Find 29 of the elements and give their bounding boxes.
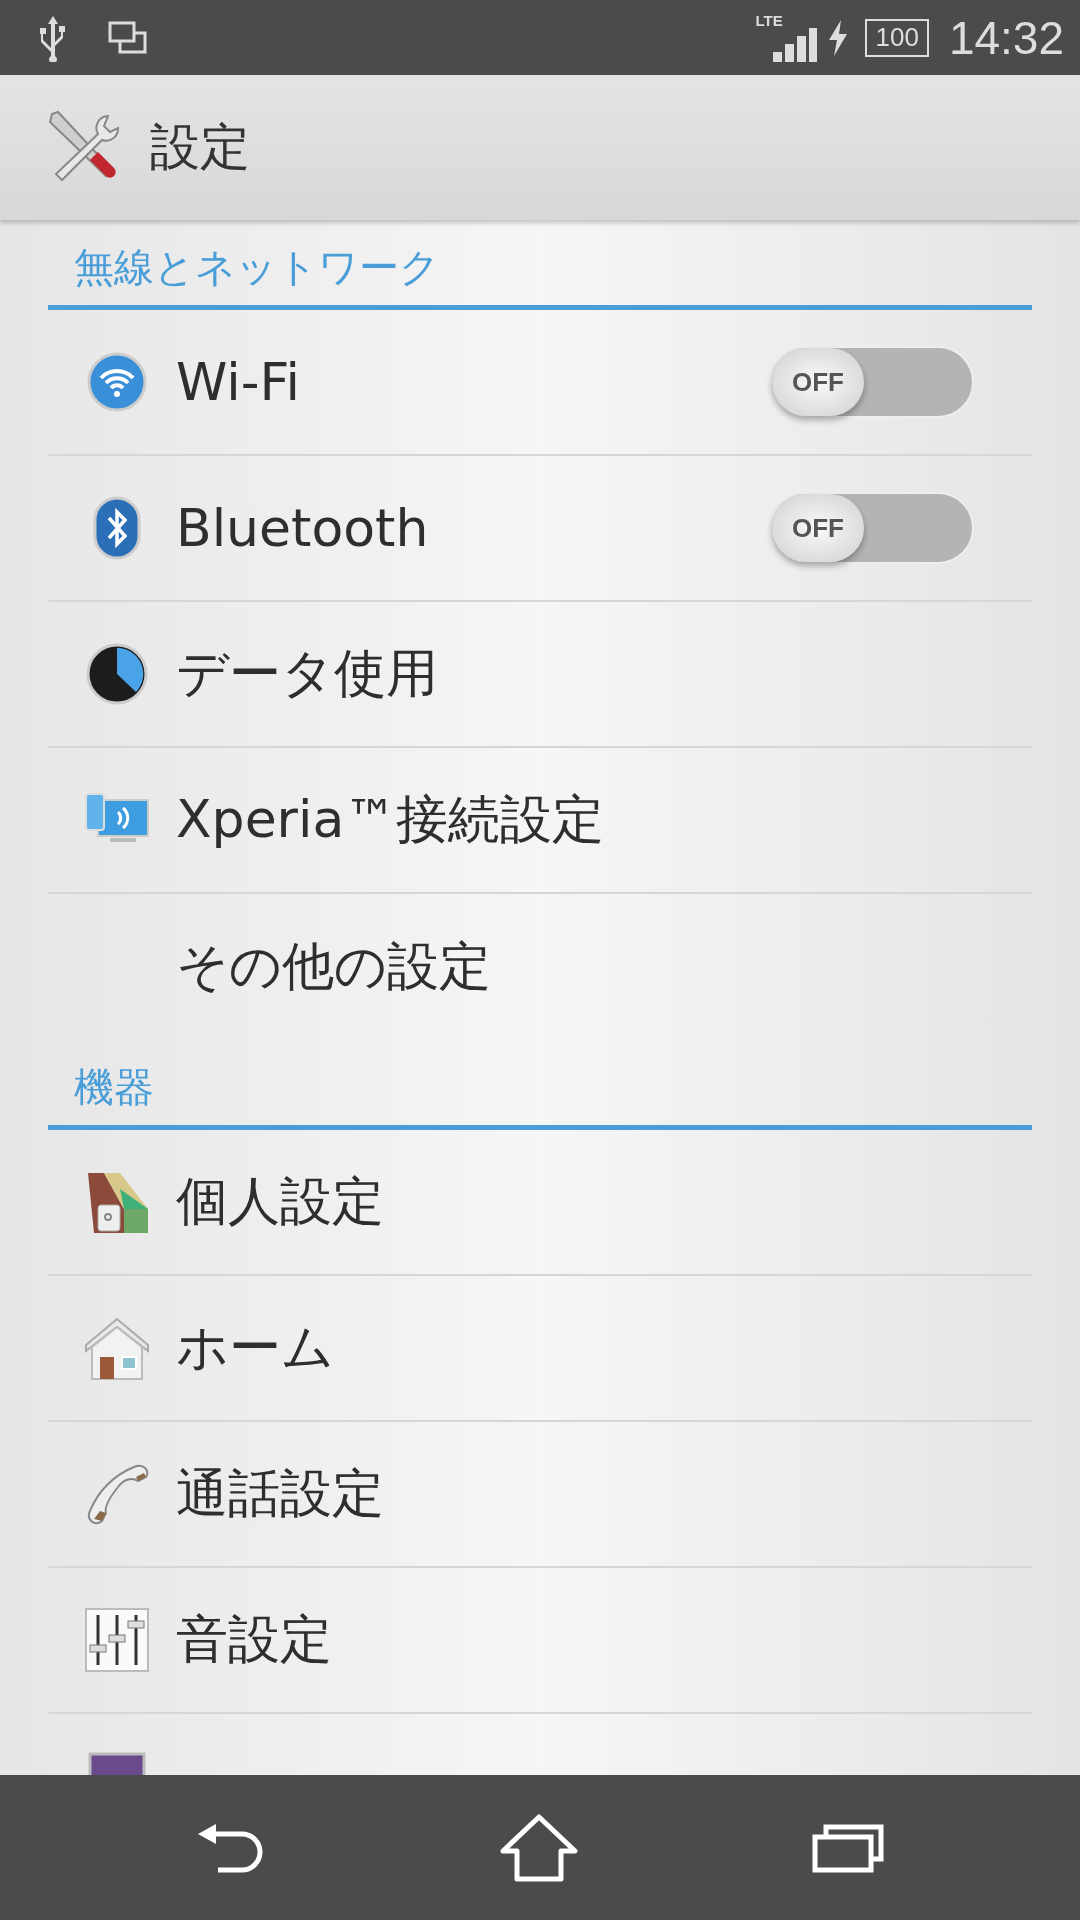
wifi-icon [87,352,147,412]
setting-label[interactable]: 通話設定 [176,1459,1032,1529]
clock: 14:32 [948,10,1064,65]
setting-label[interactable]: その他の設定 [176,932,1032,1002]
screen-title: 設定 [150,117,250,178]
network-type: LTE [755,11,783,29]
battery-level: 100 [875,22,919,53]
toggle-switch[interactable]: OFF [770,492,974,564]
setting-label[interactable]: Xperia™接続設定 [176,785,1032,855]
setting-label[interactable]: ホーム [176,1313,1032,1383]
signal-icon [773,27,818,62]
setting-label[interactable]: 音設定 [176,1605,1032,1675]
setting-label[interactable]: Bluetooth [176,498,770,558]
bluetooth-icon [93,496,141,560]
setting-label[interactable]: データ使用 [176,639,1032,709]
toggle-switch[interactable]: OFF [770,346,974,418]
charging-icon [827,19,850,56]
recent-apps-icon[interactable] [811,1822,884,1873]
screen-mirror-icon [108,20,148,55]
equalizer-icon [84,1607,150,1673]
home-icon[interactable] [499,1812,579,1883]
switch-thumb[interactable]: OFF [772,348,864,416]
setting-label[interactable]: 個人設定 [176,1167,1032,1237]
switch-thumb[interactable]: OFF [772,494,864,562]
clock-icon [86,643,148,705]
section-title: 無線とネットワーク [74,243,440,292]
section-title: 機器 [74,1063,154,1112]
setting-label[interactable]: Wi-Fi [176,352,770,412]
house-icon [84,1315,150,1381]
